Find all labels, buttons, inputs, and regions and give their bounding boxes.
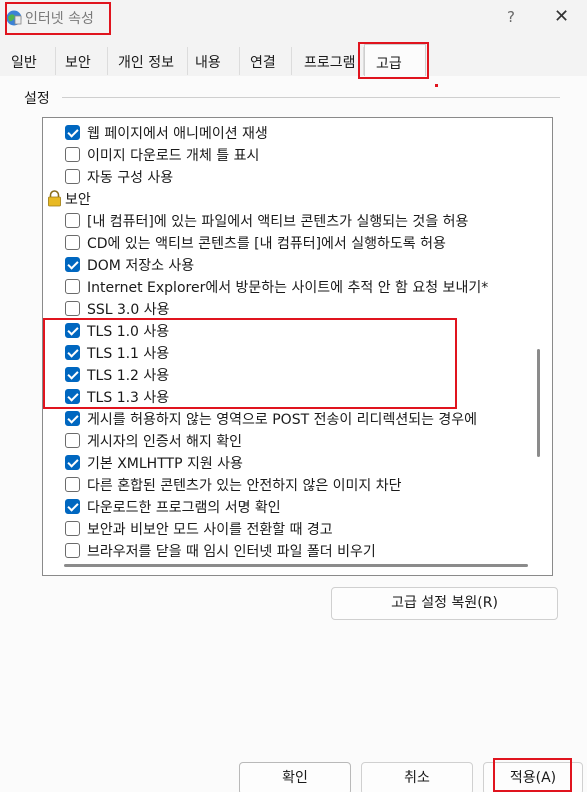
vertical-scrollbar[interactable]: [537, 349, 540, 457]
checkbox[interactable]: [65, 477, 80, 492]
ok-button[interactable]: 확인: [239, 762, 351, 792]
checkbox[interactable]: [65, 257, 80, 272]
checkbox[interactable]: [65, 301, 80, 316]
checkbox[interactable]: [65, 169, 80, 184]
checkbox[interactable]: [65, 323, 80, 338]
close-button[interactable]: ✕: [554, 6, 569, 27]
title-bar: 인터넷 속성 ? ✕: [0, 0, 587, 40]
tab-programs[interactable]: 프로그램: [292, 47, 364, 75]
highlight-dot: [435, 84, 438, 87]
tab-security[interactable]: 보안: [56, 47, 108, 75]
checkbox[interactable]: [65, 367, 80, 382]
checkbox[interactable]: [65, 235, 80, 250]
checkbox[interactable]: [65, 455, 80, 470]
restore-advanced-button[interactable]: 고급 설정 복원(R): [331, 587, 558, 620]
window-title: 인터넷 속성: [25, 11, 94, 27]
checkbox[interactable]: [65, 543, 80, 558]
settings-group-label: 설정: [24, 91, 50, 107]
group-divider: [62, 97, 560, 98]
tab-connections[interactable]: 연결: [240, 47, 292, 75]
horizontal-scrollbar[interactable]: [64, 564, 528, 567]
help-button[interactable]: ?: [507, 8, 515, 26]
tab-content[interactable]: 내용: [188, 47, 240, 75]
checkbox[interactable]: [65, 279, 80, 294]
checkbox[interactable]: [65, 411, 80, 426]
checkbox[interactable]: [65, 521, 80, 536]
tab-advanced[interactable]: 고급: [364, 44, 426, 76]
apply-button[interactable]: 적용(A): [483, 762, 583, 792]
checkbox[interactable]: [65, 499, 80, 514]
checkbox[interactable]: [65, 213, 80, 228]
checkbox[interactable]: [65, 147, 80, 162]
cancel-button[interactable]: 취소: [361, 762, 473, 792]
lock-icon: [48, 190, 61, 207]
internet-options-icon: [6, 10, 22, 26]
tab-privacy[interactable]: 개인 정보: [108, 47, 188, 75]
tab-general[interactable]: 일반: [4, 47, 56, 75]
checkbox[interactable]: [65, 389, 80, 404]
settings-list[interactable]: 웹 페이지에서 애니메이션 재생 이미지 다운로드 개체 틀 표시 자동 구성 …: [42, 117, 553, 576]
tab-strip: 일반 보안 개인 정보 내용 연결 프로그램 고급: [0, 44, 587, 79]
checkbox[interactable]: [65, 345, 80, 360]
checkbox[interactable]: [65, 125, 80, 140]
checkbox[interactable]: [65, 433, 80, 448]
